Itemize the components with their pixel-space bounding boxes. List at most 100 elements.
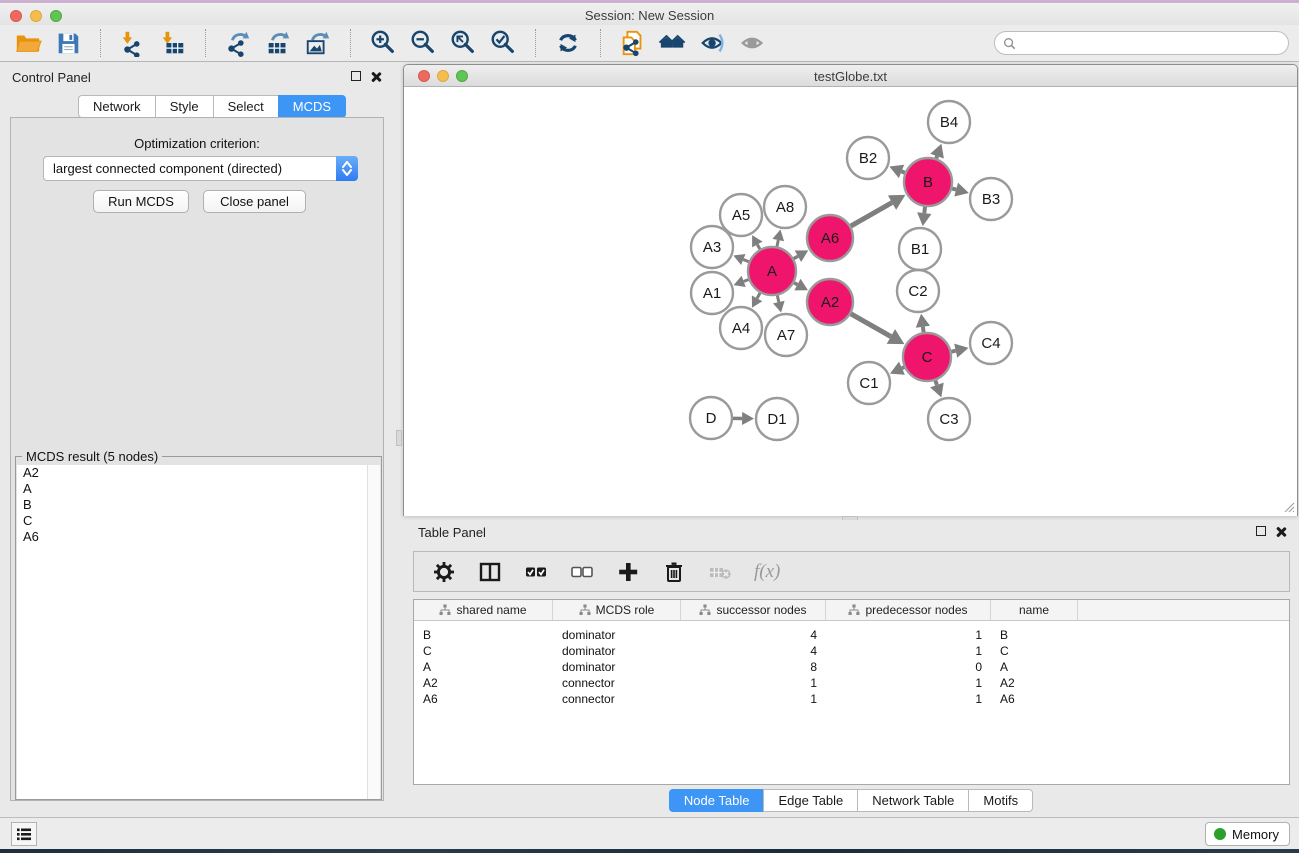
home-icon — [659, 29, 687, 57]
table-cell: B — [414, 628, 553, 642]
show-eye-button[interactable] — [733, 27, 773, 59]
open-session-button[interactable] — [8, 27, 48, 59]
column-header-predecessor-nodes[interactable]: predecessor nodes — [826, 600, 991, 620]
graph-node-label: C4 — [981, 335, 1000, 352]
mcds-result-item[interactable]: C — [17, 513, 368, 529]
graph-edge — [744, 280, 749, 282]
search-icon — [1003, 37, 1016, 50]
close-panel-button[interactable]: Close panel — [203, 190, 306, 213]
tab-motifs[interactable]: Motifs — [968, 789, 1033, 812]
hide-panel-button[interactable] — [693, 27, 733, 59]
tab-node-table[interactable]: Node Table — [669, 789, 764, 812]
refresh-button[interactable] — [548, 27, 588, 59]
graph-edge — [951, 351, 955, 352]
graph-edge — [935, 381, 937, 385]
graph-node-label: A6 — [821, 230, 839, 247]
panel-divider-handle[interactable] — [396, 430, 402, 446]
table-cell: A — [414, 660, 553, 674]
home-button[interactable] — [653, 27, 693, 59]
export-image-button[interactable] — [298, 27, 338, 59]
settings-gear-button[interactable] — [432, 560, 456, 584]
table-cell: dominator — [553, 628, 681, 642]
graph-node-label: C1 — [859, 375, 878, 392]
network-canvas[interactable]: B4B2BB3A5A8A6A3AB1A1C2A2A4A7CC4C1C3DD1 — [404, 87, 1297, 516]
network-window-titlebar[interactable]: testGlobe.txt — [404, 65, 1297, 87]
column-label: name — [1019, 603, 1049, 617]
table-cell: 4 — [681, 628, 826, 642]
mcds-result-item[interactable]: A2 — [17, 465, 368, 481]
export-table-button[interactable] — [258, 27, 298, 59]
toolbar-separator — [205, 29, 206, 57]
zoom-in-button[interactable] — [363, 27, 403, 59]
resize-grip-icon[interactable] — [1281, 499, 1295, 513]
control-panel: Control Panel NetworkStyleSelectMCDS Opt… — [0, 63, 390, 816]
status-bar: Memory — [0, 817, 1299, 849]
graph-node-label: D — [706, 410, 717, 427]
tab-network[interactable]: Network — [78, 95, 155, 118]
function-builder-button[interactable]: f(x) — [754, 561, 780, 583]
zoom-out-button[interactable] — [403, 27, 443, 59]
attribute-type-icon — [579, 604, 591, 616]
mcds-list-scrollbar[interactable] — [367, 465, 380, 799]
search-field[interactable] — [994, 31, 1289, 55]
task-history-button[interactable] — [11, 822, 37, 846]
save-session-button[interactable] — [48, 27, 88, 59]
column-layout-button[interactable] — [478, 560, 502, 584]
table-cell: dominator — [553, 644, 681, 658]
delete-column-button[interactable] — [662, 560, 686, 584]
delete-table-button[interactable] — [708, 560, 732, 584]
unselect-all-columns-icon — [570, 560, 594, 584]
memory-button[interactable]: Memory — [1205, 822, 1290, 846]
table-row[interactable]: A2connector11A2 — [414, 675, 1289, 691]
graph-edge — [794, 256, 798, 258]
tab-select[interactable]: Select — [213, 95, 278, 118]
column-header-successor-nodes[interactable]: successor nodes — [681, 600, 826, 620]
mcds-result-item[interactable]: B — [17, 497, 368, 513]
tab-style[interactable]: Style — [155, 95, 213, 118]
edge-arrowhead — [917, 212, 931, 226]
mcds-result-item[interactable]: A — [17, 481, 368, 497]
clone-network-button[interactable] — [613, 27, 653, 59]
import-network-button[interactable] — [113, 27, 153, 59]
column-label: shared name — [456, 603, 526, 617]
add-column-button[interactable] — [616, 560, 640, 584]
column-header-name[interactable]: name — [991, 600, 1078, 620]
graph-edge — [851, 314, 891, 337]
graph-node-label: B — [923, 174, 933, 191]
unselect-all-columns-button[interactable] — [570, 560, 594, 584]
table-cell: 1 — [826, 676, 991, 690]
table-row[interactable]: A6connector11A6 — [414, 691, 1289, 707]
mcds-result-item[interactable]: A6 — [17, 529, 368, 545]
table-row[interactable]: Cdominator41C — [414, 643, 1289, 659]
toolbar-group — [605, 27, 781, 59]
add-column-icon — [616, 560, 640, 584]
zoom-selected-button[interactable] — [483, 27, 523, 59]
tab-mcds[interactable]: MCDS — [278, 95, 346, 118]
table-row[interactable]: Bdominator41B — [414, 627, 1289, 643]
select-all-columns-button[interactable] — [524, 560, 548, 584]
toolbar-separator — [535, 29, 536, 57]
float-panel-icon[interactable] — [351, 71, 361, 81]
table-cell: 1 — [826, 628, 991, 642]
run-mcds-button[interactable]: Run MCDS — [93, 190, 189, 213]
graph-node-label: A5 — [732, 207, 750, 224]
close-panel-icon[interactable] — [371, 71, 382, 82]
zoom-fit-button[interactable] — [443, 27, 483, 59]
table-cell: 1 — [826, 644, 991, 658]
table-cell: 8 — [681, 660, 826, 674]
criterion-select[interactable]: largest connected component (directed) — [43, 156, 358, 181]
search-input[interactable] — [1021, 36, 1280, 50]
table-cell: A2 — [991, 676, 1078, 690]
main-toolbar — [0, 25, 1299, 62]
edge-arrowhead — [954, 183, 969, 197]
delete-column-icon — [662, 560, 686, 584]
column-header-shared-name[interactable]: shared name — [414, 600, 553, 620]
export-network-button[interactable] — [218, 27, 258, 59]
table-row[interactable]: Adominator80A — [414, 659, 1289, 675]
tab-network-table[interactable]: Network Table — [857, 789, 968, 812]
float-panel-icon[interactable] — [1256, 526, 1266, 536]
column-header-MCDS-role[interactable]: MCDS role — [553, 600, 681, 620]
tab-edge-table[interactable]: Edge Table — [763, 789, 857, 812]
import-table-button[interactable] — [153, 27, 193, 59]
close-panel-icon[interactable] — [1276, 526, 1287, 537]
